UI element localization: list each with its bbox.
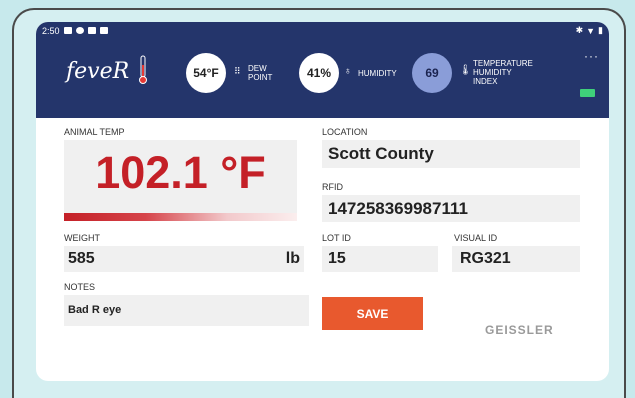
rfid-field[interactable]: 147258369987111 (322, 195, 580, 222)
visual-id-label: VISUAL ID (454, 233, 498, 243)
status-right-icons: ✱ ▼ ▮ (576, 25, 603, 36)
weight-unit: lb (285, 250, 300, 267)
lot-id-field[interactable]: 15 (322, 246, 438, 272)
status-time: 2:50 (42, 25, 60, 36)
thi-value: 69 (412, 53, 452, 93)
logo-text: feveR (66, 59, 130, 84)
form-area: ANIMAL TEMP 102.1 °F LOCATION Scott Coun… (36, 118, 609, 381)
notes-field[interactable]: Bad R eye (64, 295, 309, 326)
status-bar: 2:50 ✱ ▼ ▮ (36, 22, 609, 39)
weight-label: WEIGHT (64, 233, 100, 243)
save-button[interactable]: SAVE (322, 297, 423, 330)
humidity-icon: ♁ (344, 66, 352, 77)
humidity-value: 41% (299, 53, 339, 93)
dew-point-value: 54°F (186, 53, 226, 93)
animal-temp-value: 102.1 °F (95, 147, 266, 198)
visual-id-value: RG321 (460, 250, 511, 267)
humidity-label: HUMIDITY (358, 69, 397, 78)
temp-gradient-bar (64, 213, 297, 221)
location-field[interactable]: Scott County (322, 140, 580, 168)
rfid-label: RFID (322, 182, 343, 192)
shield-icon (75, 27, 84, 34)
app-screen: 2:50 ✱ ▼ ▮ feveR 54°F ⠿ DEW POINT 41% ♁ (36, 22, 609, 381)
rfid-value: 147258369987111 (328, 199, 468, 218)
animal-temp-display: 102.1 °F (64, 140, 297, 213)
lot-id-label: LOT ID (322, 233, 351, 243)
save-icon (87, 27, 96, 34)
location-value: Scott County (328, 144, 434, 163)
lot-id-value: 15 (328, 250, 346, 267)
brand-logo: GEISSLER (485, 323, 554, 337)
thermometer-icon (139, 55, 147, 84)
visual-id-field[interactable]: RG321 (452, 246, 580, 272)
weight-field[interactable]: 585 lb (64, 246, 304, 272)
app-header: feveR 54°F ⠿ DEW POINT 41% ♁ HUMIDITY 69… (36, 39, 609, 118)
more-menu-button[interactable]: ··· (584, 49, 599, 63)
weight-value: 585 (68, 250, 95, 267)
thi-label: TEMPERATURE HUMIDITY INDEX (473, 59, 533, 86)
dew-point-label: DEW POINT (248, 64, 273, 82)
notes-label: NOTES (64, 282, 96, 292)
screen-icon (99, 27, 108, 34)
app-logo: feveR (66, 59, 129, 84)
status-icons (63, 27, 108, 34)
location-label: LOCATION (322, 127, 368, 137)
wifi-icon: ▼ (586, 25, 596, 36)
dew-point-icon: ⠿ (234, 66, 241, 76)
bluetooth-icon: ✱ (575, 25, 584, 35)
notes-value: Bad R eye (68, 304, 122, 316)
thermometer-snow-icon: 🌡 (459, 65, 472, 76)
image-icon (63, 27, 72, 34)
battery-status-icon: ▮ (598, 25, 603, 35)
animal-temp-label: ANIMAL TEMP (64, 127, 125, 137)
battery-icon (580, 89, 595, 97)
